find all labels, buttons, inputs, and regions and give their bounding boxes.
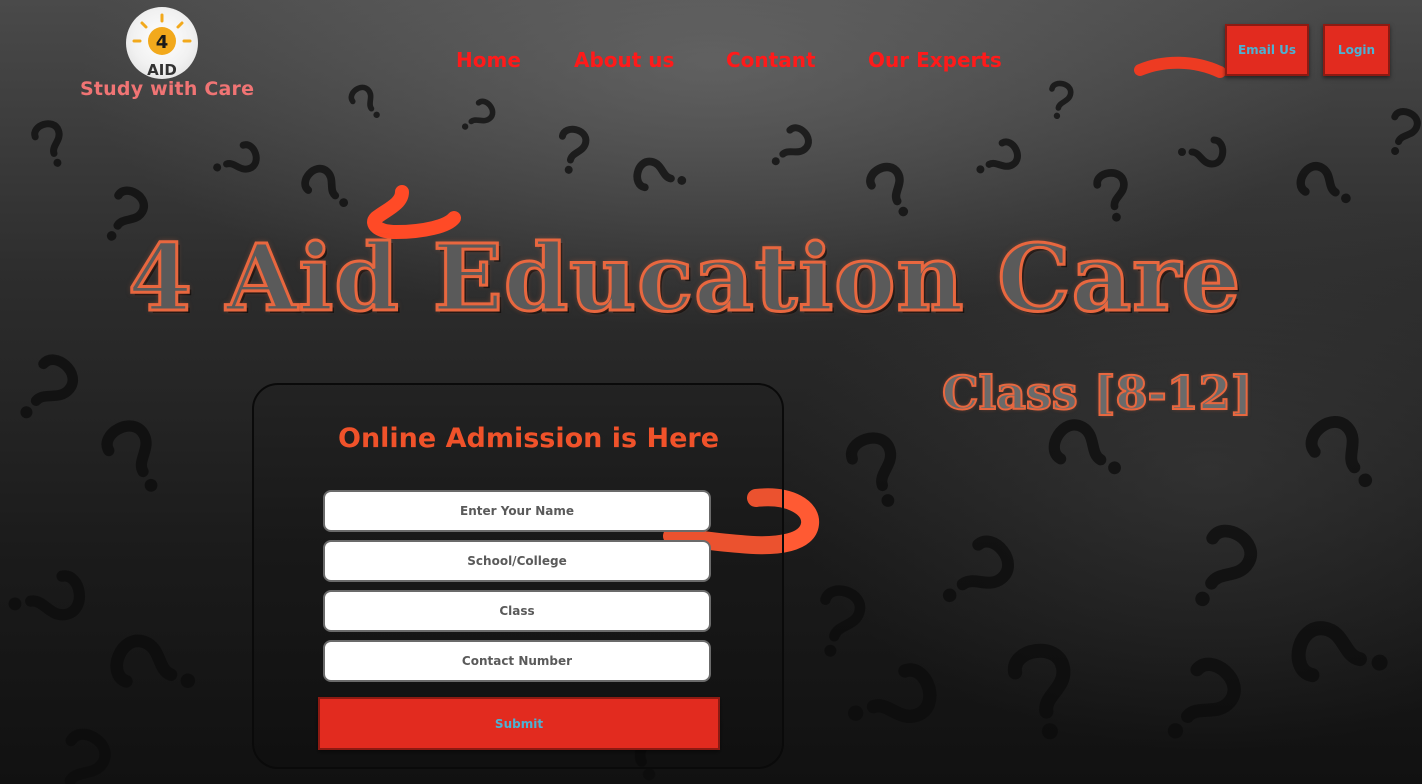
email-us-button[interactable]: Email Us [1225,24,1309,76]
nav-item-about-us[interactable]: About us [574,48,674,72]
admission-form-title: Online Admission is Here [338,423,720,454]
hero-subtitle: Class [8-12] [941,366,1253,420]
login-button[interactable]: Login [1323,24,1390,76]
lightbulb-logo-icon: 4 AID [132,13,192,79]
brand-tagline: Study with Care [80,78,255,100]
nav-item-contant[interactable]: Contant [726,48,816,72]
nav-item-our-experts[interactable]: Our Experts [868,48,1002,72]
contact-number-input[interactable] [323,640,711,682]
nav-item-home[interactable]: Home [456,48,521,72]
hero-title: 4 Aid Education Care [126,224,1242,332]
class-input[interactable] [323,590,711,632]
school-college-input[interactable] [323,540,711,582]
svg-text:4: 4 [156,32,169,53]
name-input[interactable] [323,490,711,532]
submit-button[interactable]: Submit [318,697,720,750]
page-background: 4 AID Study with Care Home About us Cont… [0,0,1422,784]
svg-text:AID: AID [147,61,177,79]
red-question-mark-accent [1134,56,1226,78]
brand-logo[interactable]: 4 AID [126,7,198,79]
